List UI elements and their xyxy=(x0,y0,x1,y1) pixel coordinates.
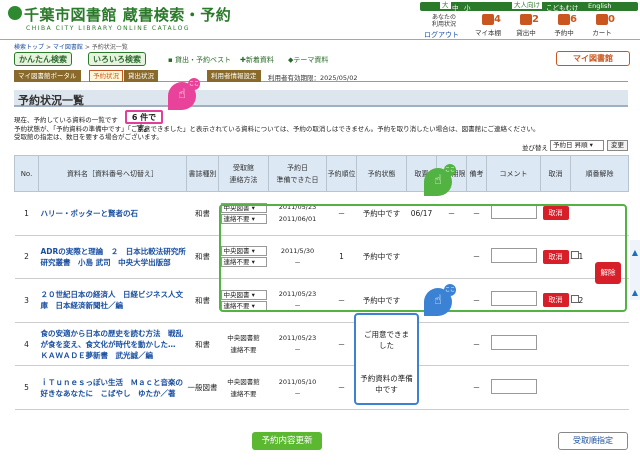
english-link[interactable]: English xyxy=(588,2,611,10)
reservations-button[interactable]: 6 予約中 xyxy=(550,14,578,38)
reserve-icon xyxy=(558,14,570,25)
library-logo-icon[interactable] xyxy=(8,6,22,20)
item-title-link[interactable]: ｉＴｕｎｅｓっぽい生活 Ｍａｃと音楽の好きなあなたに こばやし ゆたか／著 xyxy=(38,365,187,410)
comment-input[interactable] xyxy=(490,335,537,351)
font-size-large[interactable]: 大 xyxy=(440,1,451,9)
breadcrumb: 検索トップ > マイ図書館 > 予約状況一覧 xyxy=(14,44,128,51)
item-title-link[interactable]: ADRの実際と理論 ２ 日本比較法研究所研究叢書 小島 武司 中央大学出版部 xyxy=(38,235,187,280)
update-reservation-button[interactable]: 予約内容更新 xyxy=(252,432,322,450)
bookshelf-count: 4 xyxy=(494,14,501,25)
pickup-order-button[interactable]: 受取順指定 xyxy=(558,432,628,450)
tab-user-settings[interactable]: 利用者情報設定 xyxy=(207,70,261,82)
table-header-row: No. 資料名［資料番号へ切替え］ 書誌種別 受取館 連絡方法 予約日 準備できた日… xyxy=(14,155,629,192)
logout-link[interactable]: ログアウト xyxy=(424,30,459,40)
callout-blue: ☝ ここ xyxy=(424,284,456,316)
tab-portal[interactable]: マイ図書館ポータル xyxy=(14,70,81,82)
col-comment: コメント xyxy=(486,155,541,192)
status-ready: ご用意できました xyxy=(364,330,409,350)
person-icon xyxy=(520,14,532,25)
cart-button[interactable]: 0 カート xyxy=(588,14,616,38)
comment-input[interactable] xyxy=(490,378,537,394)
tab-reservations[interactable]: 予約状況 xyxy=(89,70,123,82)
scroll-up-icon[interactable]: ▲ xyxy=(630,248,640,257)
col-title[interactable]: 資料名［資料番号へ切替え］ xyxy=(38,155,187,192)
loans-count: 2 xyxy=(532,14,539,25)
col-no: No. xyxy=(14,155,39,192)
bookshelf-button[interactable]: 4 マイ本棚 xyxy=(474,14,502,38)
col-status: 予約状態 xyxy=(356,155,407,192)
mylib-tab[interactable]: マイ図書館 xyxy=(556,51,630,66)
page: 千葉市図書館 蔵書検索・予約 CHIBA CITY LIBRARY ONLINE… xyxy=(0,0,640,465)
reservations-count: 6 xyxy=(570,14,577,25)
col-pickup: 受取館 連絡方法 xyxy=(218,155,269,192)
scroll-top-icon[interactable]: ▲ xyxy=(630,288,640,297)
bookshelf-icon xyxy=(482,14,494,25)
font-size-medium[interactable]: 中 xyxy=(452,2,459,12)
note-line-3: 受取館の指定は、数日を要する場合がございます。 xyxy=(14,133,163,141)
item-title-link[interactable]: 食の安適から日本の歴史を読む方法 戦乱が食を変え、食文化が時代を動かした… ＫＡ… xyxy=(38,322,187,367)
reservation-count: 6 件です。 xyxy=(125,110,163,133)
col-date: 予約日 準備できた日 xyxy=(268,155,327,192)
loan-best-link[interactable]: ▪ 貸出・予約ベスト xyxy=(168,55,231,65)
cart-icon xyxy=(596,14,608,25)
site-subtitle: CHIBA CITY LIBRARY ONLINE CATALOG xyxy=(26,25,191,32)
book-icon: ▪ xyxy=(168,56,173,64)
tab-loans[interactable]: 貸出状況 xyxy=(124,70,158,82)
highlight-box-green xyxy=(219,204,627,312)
col-remarks: 備考 xyxy=(466,155,487,192)
col-type: 書誌種別 xyxy=(186,155,219,192)
page-title: 予約状況一覧 xyxy=(14,90,628,107)
callout-pink: ☝ ここ xyxy=(168,78,200,110)
sort-select[interactable]: 予約日 昇順 ▾ xyxy=(550,140,604,151)
col-cancel: 取消 xyxy=(540,155,571,192)
callout-green: ☝ ここ xyxy=(424,164,456,196)
breadcrumb-mylib[interactable]: マイ図書館 xyxy=(53,44,83,51)
easy-search-button[interactable]: かんたん検索 xyxy=(14,52,72,66)
status-preparing: 予約資料の準備中です xyxy=(360,374,413,394)
sort-label: 並び替え xyxy=(522,144,548,152)
expiry-date: 利用者有効期限：2025/05/02 xyxy=(268,74,358,82)
breadcrumb-current: 予約状況一覧 xyxy=(91,44,128,51)
table-row: 4 食の安適から日本の歴史を読む方法 戦乱が食を変え、食文化が時代を動かした… … xyxy=(14,322,629,367)
new-books-link[interactable]: ✚新着資料 xyxy=(240,55,274,65)
site-title[interactable]: 千葉市図書館 蔵書検索・予約 xyxy=(24,4,231,25)
theme-link[interactable]: ◆テーマ資料 xyxy=(288,55,328,65)
item-title-link[interactable]: ハリー・ポッターと賢者の石 xyxy=(38,191,187,236)
kids-mode-link[interactable]: こどもむけ xyxy=(546,2,579,12)
adult-mode-link[interactable]: 大人向け xyxy=(512,1,542,9)
release-button[interactable]: 解除 xyxy=(595,262,621,284)
sort-change-button[interactable]: 変更 xyxy=(607,140,628,151)
breadcrumb-home[interactable]: 検索トップ xyxy=(14,44,44,51)
col-order: 予約順位 xyxy=(326,155,357,192)
item-title-link[interactable]: ２０世紀日本の経済人 日経ビジネス人文庫 日本経済新聞社／編 xyxy=(38,278,187,323)
font-size-small[interactable]: 小 xyxy=(464,2,471,12)
various-search-button[interactable]: いろいろ検索 xyxy=(88,52,146,66)
col-release: 順番解除 xyxy=(570,155,629,192)
loans-button[interactable]: 2 貸出中 xyxy=(512,14,540,38)
cart-count: 0 xyxy=(608,14,615,25)
highlight-box-blue: ご用意できました 予約資料の準備中です xyxy=(354,313,419,405)
table-row: 5 ｉＴｕｎｅｓっぽい生活 Ｍａｃと音楽の好きなあなたに こばやし ゆたか／著 … xyxy=(14,365,629,410)
